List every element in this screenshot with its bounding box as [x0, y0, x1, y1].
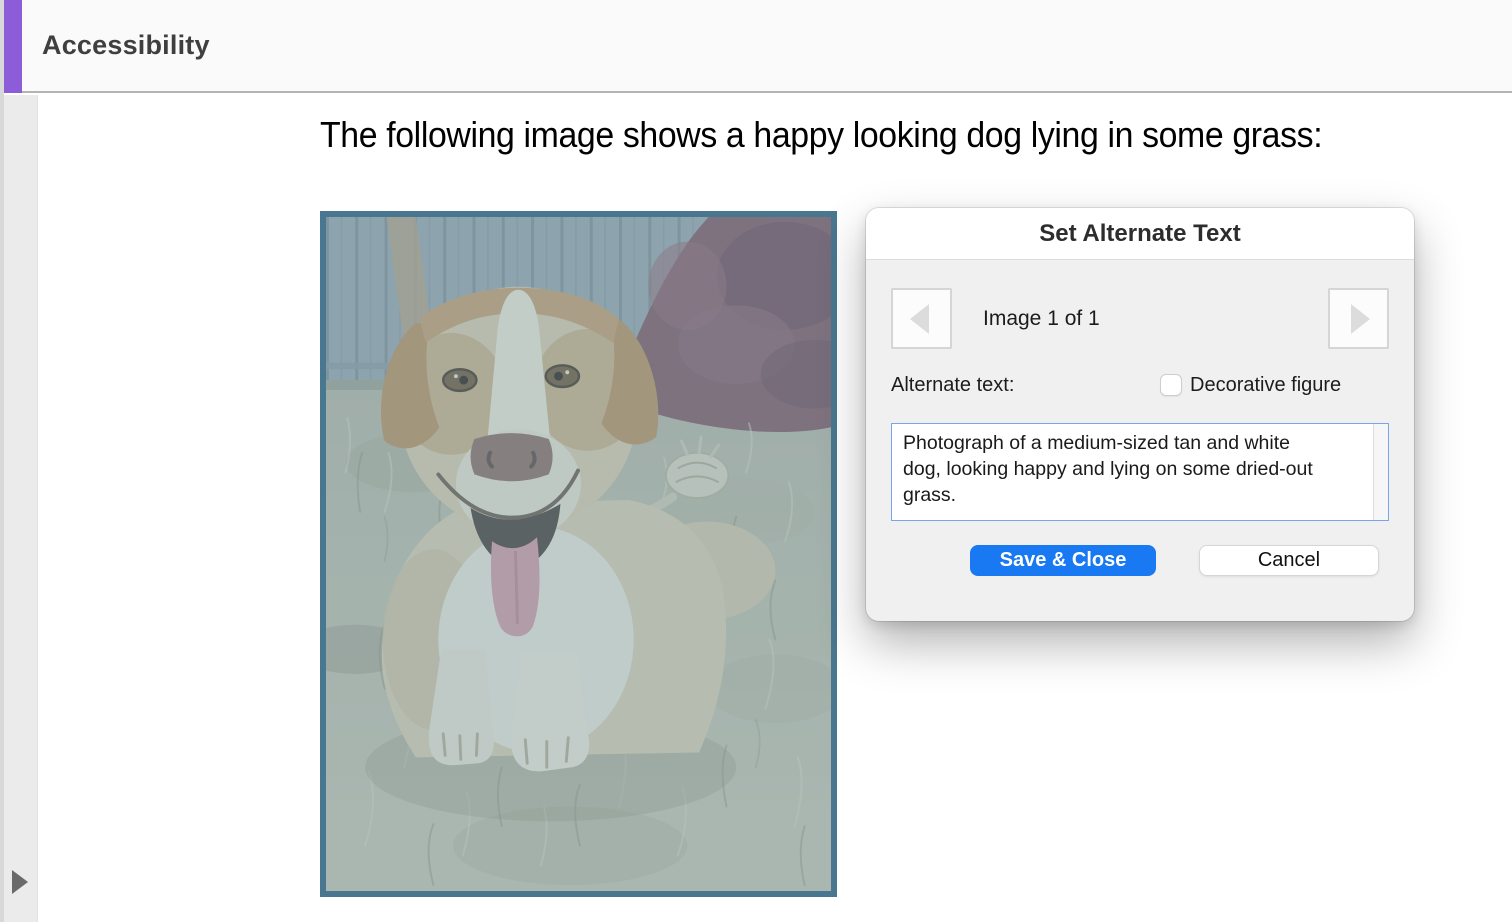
decorative-figure-label: Decorative figure — [1190, 374, 1341, 397]
alternate-text-label: Alternate text: — [891, 374, 1014, 397]
document-heading: The following image shows a happy lookin… — [320, 114, 1322, 156]
purple-accent-bar — [4, 0, 22, 93]
save-and-close-button[interactable]: Save & Close — [970, 545, 1156, 576]
previous-image-button[interactable] — [891, 288, 952, 349]
textarea-scrollbar[interactable] — [1373, 424, 1388, 520]
image-counter: Image 1 of 1 — [983, 288, 1100, 349]
left-rail — [4, 95, 38, 922]
arrow-left-icon — [910, 304, 929, 334]
accessibility-pane-header: Accessibility — [0, 0, 1512, 93]
decorative-figure-checkbox[interactable] — [1160, 374, 1182, 396]
dog-photo-illustration — [326, 217, 831, 891]
pane-title: Accessibility — [42, 0, 210, 91]
alternate-text-input[interactable]: Photograph of a medium-sized tan and whi… — [891, 423, 1389, 521]
selected-dog-image[interactable] — [320, 211, 837, 897]
arrow-right-icon — [1351, 304, 1370, 334]
expand-triangle-icon — [12, 870, 28, 894]
set-alternate-text-dialog: Set Alternate Text Image 1 of 1 Alternat… — [866, 208, 1414, 621]
cancel-button[interactable]: Cancel — [1199, 545, 1379, 576]
dialog-titlebar: Set Alternate Text — [866, 208, 1414, 260]
app-window: Accessibility The following image shows … — [0, 0, 1512, 922]
alternate-text-value: Photograph of a medium-sized tan and whi… — [903, 430, 1327, 508]
dialog-title: Set Alternate Text — [1039, 220, 1240, 248]
next-image-button[interactable] — [1328, 288, 1389, 349]
expand-panel-button[interactable] — [12, 868, 36, 896]
